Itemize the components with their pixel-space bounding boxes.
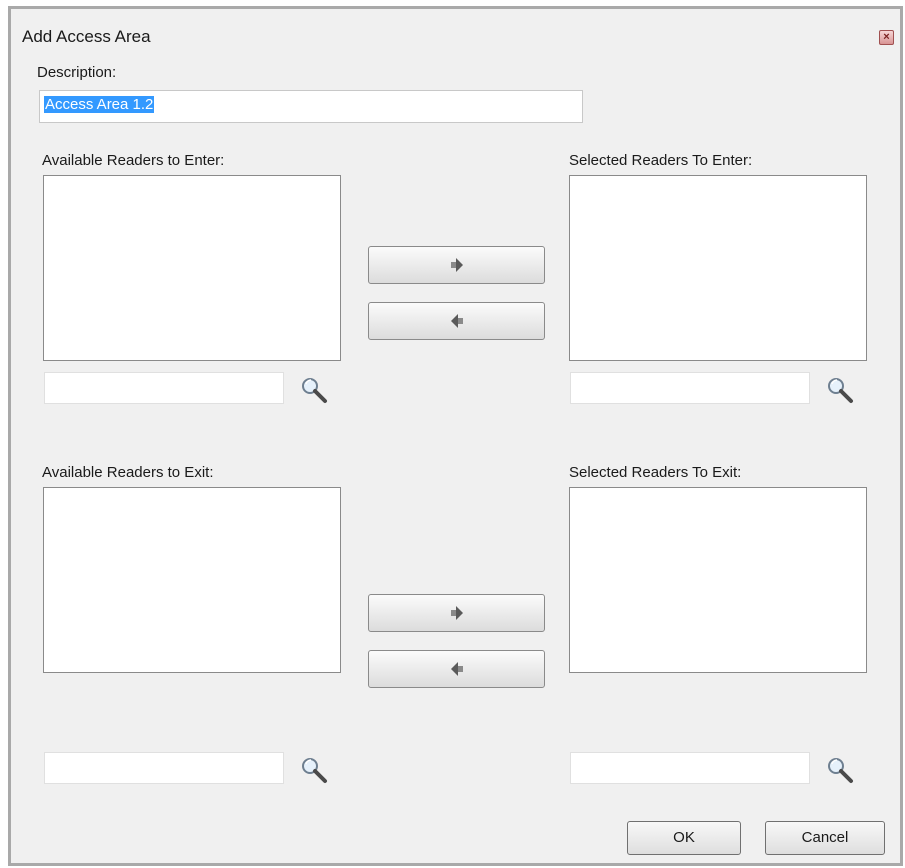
close-button[interactable]: × <box>879 30 894 45</box>
ok-button[interactable]: OK <box>627 821 741 855</box>
add-exit-reader-button[interactable] <box>368 594 545 632</box>
add-access-area-dialog: Add Access Area × Description: Access Ar… <box>11 9 900 863</box>
remove-exit-reader-button[interactable] <box>368 650 545 688</box>
magnifier-icon[interactable] <box>299 755 329 785</box>
selected-enter-search-input[interactable] <box>570 372 810 404</box>
magnifier-icon[interactable] <box>825 755 855 785</box>
selected-exit-list[interactable] <box>569 487 867 673</box>
arrow-right-icon <box>450 604 464 622</box>
description-label: Description: <box>37 64 117 81</box>
selected-exit-label: Selected Readers To Exit: <box>569 464 742 481</box>
arrow-right-icon <box>450 256 464 274</box>
selected-exit-search-input[interactable] <box>570 752 810 784</box>
description-value: Access Area 1.2 <box>44 96 155 113</box>
magnifier-icon[interactable] <box>825 375 855 405</box>
remove-enter-reader-button[interactable] <box>368 302 545 340</box>
cancel-button[interactable]: Cancel <box>765 821 885 855</box>
available-exit-label: Available Readers to Exit: <box>42 464 214 481</box>
dialog-frame: Add Access Area × Description: Access Ar… <box>8 6 903 866</box>
selected-enter-list[interactable] <box>569 175 867 361</box>
arrow-left-icon <box>450 312 464 330</box>
available-exit-list[interactable] <box>43 487 341 673</box>
dialog-title: Add Access Area <box>22 27 151 46</box>
arrow-left-icon <box>450 660 464 678</box>
selected-enter-label: Selected Readers To Enter: <box>569 152 753 169</box>
available-enter-label: Available Readers to Enter: <box>42 152 225 169</box>
available-exit-search-input[interactable] <box>44 752 284 784</box>
description-field[interactable]: Access Area 1.2 <box>39 90 583 123</box>
add-enter-reader-button[interactable] <box>368 246 545 284</box>
available-enter-list[interactable] <box>43 175 341 361</box>
magnifier-icon[interactable] <box>299 375 329 405</box>
available-enter-search-input[interactable] <box>44 372 284 404</box>
